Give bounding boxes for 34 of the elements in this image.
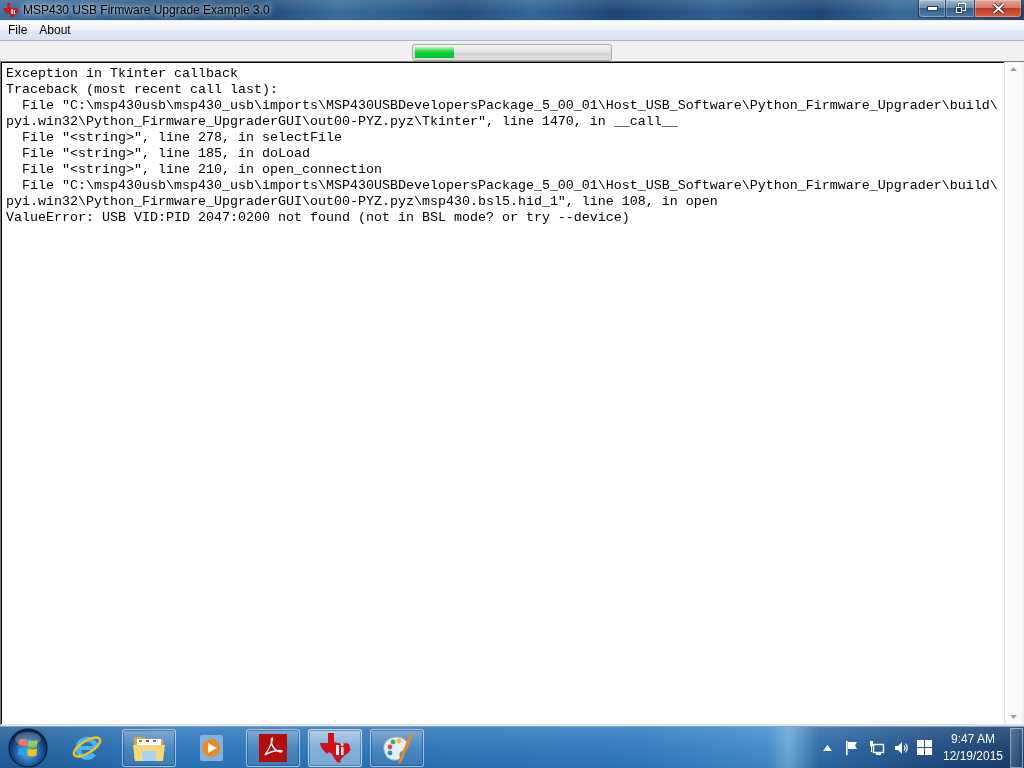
taskbar-button[interactable] [370,728,424,767]
restore-icon [954,3,966,14]
taskbar-button[interactable] [308,728,362,767]
minimize-button[interactable] [918,0,946,18]
clock-date: 12/19/2015 [942,747,1004,765]
grid-icon[interactable] [917,740,932,755]
network-icon[interactable] [869,739,885,756]
close-icon [991,3,1005,14]
pdf-icon [259,733,287,762]
close-button[interactable] [975,0,1022,18]
flag-icon[interactable] [844,739,860,756]
clock-time: 9:47 AM [951,730,995,748]
taskbar-button[interactable] [122,728,176,767]
traceback-line: File "<string>", line 278, in selectFile [21,130,342,146]
traceback-line: pyi.win32\Python_Firmware_UpgraderGUI\out00-PYZ.pyz\msp430.bsl5.hid_1", line 108, in open [6,194,718,210]
palette-icon [380,731,414,764]
menu-item[interactable]: File [2,21,34,40]
traceback-line: Traceback (most recent call last): [6,82,278,98]
traceback-line: File "<string>", line 185, in doLoad [21,146,310,162]
traceback-line: ValueError: USB VID:PID 2047:0200 not found (not in BSL mode? or try --device) [6,210,630,226]
taskbar-button[interactable] [246,728,300,767]
traceback-line: File "C:\msp430usb\msp430_usb\imports\MSP430USBDevelopersPackage_5_00_01\Host_USB_Software\Python_Firmware_Upgrader\build\ [21,178,998,194]
app-logo-icon [319,732,351,763]
menu-item[interactable]: About [33,21,77,40]
window-title: MSP430 USB Firmware Upgrade Example 3.0 [23,2,270,19]
restore-button[interactable] [946,0,975,18]
traceback-line: File "<string>", line 210, in open_connection [21,162,382,178]
show-desktop-button[interactable] [1010,727,1023,768]
minimize-icon [926,6,938,11]
start-orb-icon [8,727,48,768]
traceback-line: File "C:\msp430usb\msp430_usb\imports\MSP430USBDevelopersPackage_5_00_01\Host_USB_Software\Python_Firmware_Upgrader\build\ [21,98,998,114]
caret-up-icon[interactable] [823,744,832,751]
traceback-line: pyi.win32\Python_Firmware_UpgraderGUI\out00-PYZ.pyz\Tkinter", line 1470, in __call__ [6,114,678,130]
traceback-line: Exception in Tkinter callback [6,66,238,82]
